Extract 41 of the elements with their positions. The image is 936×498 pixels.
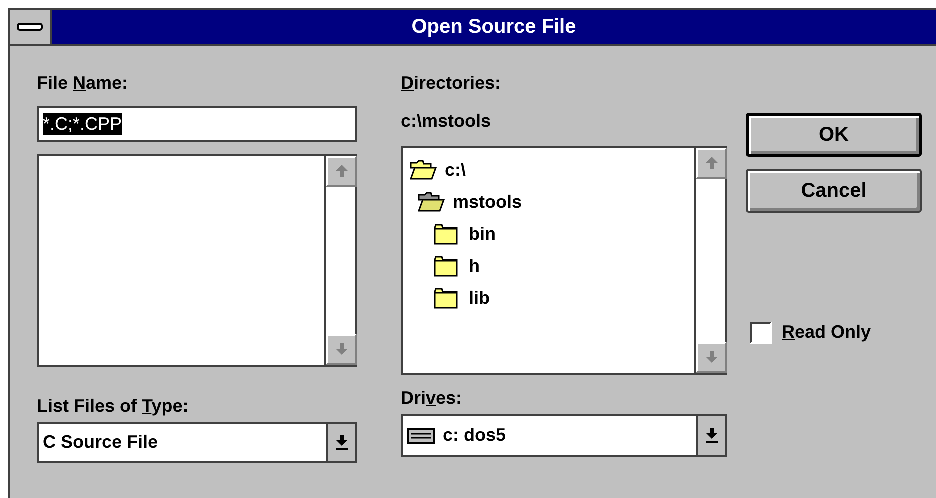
directory-item[interactable]: lib bbox=[469, 284, 490, 312]
down-arrow-icon bbox=[334, 435, 348, 450]
open-folder-icon bbox=[417, 190, 445, 214]
open-folder-icon bbox=[409, 158, 437, 182]
directories-label: Directories: bbox=[401, 72, 502, 95]
scroll-up-button[interactable] bbox=[696, 148, 727, 179]
scroll-up-button[interactable] bbox=[326, 156, 357, 187]
directory-item[interactable]: mstools bbox=[453, 188, 522, 216]
folder-icon bbox=[433, 254, 461, 278]
directory-item[interactable]: bin bbox=[469, 220, 496, 248]
directory-item[interactable]: h bbox=[469, 252, 480, 280]
ok-button[interactable]: OK bbox=[746, 113, 922, 157]
drives-label: Drives: bbox=[401, 387, 464, 410]
down-arrow-icon bbox=[704, 350, 718, 365]
menu-icon bbox=[17, 23, 43, 31]
drive-value: c: dos5 bbox=[443, 424, 506, 447]
directory-path: c:\mstools bbox=[401, 110, 492, 133]
file-name-label: File Name: bbox=[37, 72, 130, 95]
folder-icon bbox=[433, 222, 461, 246]
file-list[interactable] bbox=[37, 154, 357, 367]
file-type-label: List Files of Type: bbox=[37, 395, 190, 418]
dropdown-button[interactable] bbox=[696, 416, 725, 455]
directory-list[interactable]: c:\ mstools bin h lib bbox=[401, 146, 727, 375]
cancel-button[interactable]: Cancel bbox=[746, 169, 922, 213]
window-title: Open Source File bbox=[412, 15, 576, 40]
file-type-value: C Source File bbox=[43, 431, 158, 454]
drives-dropdown[interactable]: c: dos5 bbox=[401, 414, 727, 457]
directory-item[interactable]: c:\ bbox=[445, 156, 466, 184]
drive-icon bbox=[407, 428, 435, 444]
down-arrow-icon bbox=[334, 342, 348, 357]
up-arrow-icon bbox=[334, 164, 348, 179]
file-name-field[interactable]: *.C;*.CPP bbox=[37, 106, 357, 142]
dropdown-button[interactable] bbox=[326, 424, 355, 461]
file-type-dropdown[interactable]: C Source File bbox=[37, 422, 357, 463]
scroll-down-button[interactable] bbox=[696, 342, 727, 373]
scroll-down-button[interactable] bbox=[326, 334, 357, 365]
read-only-checkbox[interactable] bbox=[750, 322, 772, 344]
down-arrow-icon bbox=[704, 428, 718, 443]
read-only-label[interactable]: Read Only bbox=[782, 319, 872, 346]
up-arrow-icon bbox=[704, 156, 718, 171]
folder-icon bbox=[433, 286, 461, 310]
